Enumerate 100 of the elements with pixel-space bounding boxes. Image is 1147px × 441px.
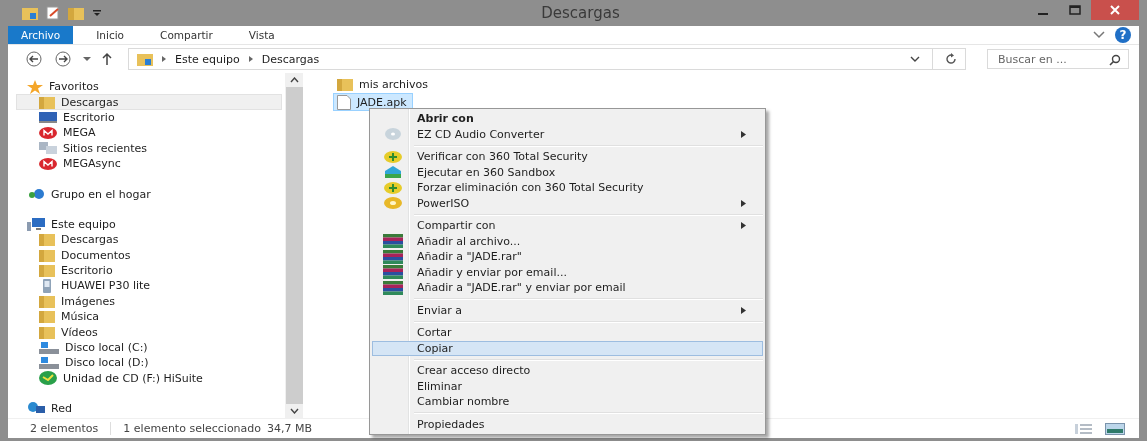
nav-item[interactable]: Escritorio — [16, 262, 282, 279]
disc-icon — [39, 371, 57, 386]
ribbon-tab[interactable]: Inicio — [83, 26, 138, 44]
nav-item[interactable]: Sitios recientes — [16, 140, 282, 156]
star-icon — [27, 79, 43, 94]
menu-item[interactable]: Añadir al archivo... — [372, 233, 763, 249]
nav-item[interactable]: MEGAsync — [16, 155, 282, 172]
help-button[interactable]: ? — [1115, 27, 1131, 43]
scroll-down-icon[interactable] — [289, 408, 299, 414]
nav-item[interactable]: Vídeos — [16, 324, 282, 340]
close-button[interactable] — [1091, 0, 1139, 20]
cd-icon — [384, 127, 402, 142]
window-title: Descargas — [541, 4, 620, 22]
folder-icon — [39, 294, 55, 308]
nav-item[interactable]: Disco local (C:) — [16, 339, 282, 356]
scroll-up-icon[interactable] — [289, 77, 299, 83]
properties-icon[interactable] — [46, 6, 60, 20]
nav-item[interactable]: HUAWEI P30 lite — [16, 278, 282, 294]
nav-label: Vídeos — [61, 325, 98, 339]
nav-item[interactable]: Este equipo — [16, 216, 282, 233]
nav-item[interactable]: Escritorio — [16, 109, 282, 126]
ribbon-tab[interactable]: Archivo — [8, 26, 74, 44]
submenu-arrow-icon — [741, 306, 746, 314]
nav-item[interactable]: MEGA — [16, 125, 282, 141]
chevron-icon[interactable] — [161, 55, 167, 63]
plus-badge-icon — [384, 150, 402, 163]
ribbon-tab[interactable]: Vista — [235, 26, 288, 44]
address-bar[interactable]: Este equipo Descargas — [128, 48, 966, 70]
file-item[interactable]: JADE.apk — [333, 93, 413, 111]
refresh-icon[interactable] — [945, 53, 957, 65]
submenu-arrow-icon — [741, 199, 746, 207]
nav-label: Documentos — [61, 248, 131, 262]
menu-item[interactable]: Ejecutar en 360 Sandbox — [372, 164, 763, 180]
nav-label: Disco local (C:) — [65, 341, 148, 355]
menu-item[interactable]: Crear acceso directo — [372, 363, 763, 379]
disc-icon — [384, 197, 402, 210]
books-icon — [383, 234, 403, 249]
selection-size: 34,7 MB — [267, 422, 313, 435]
nav-label: Descargas — [61, 233, 119, 247]
books-icon — [383, 280, 403, 295]
nav-item[interactable]: Descargas — [16, 232, 282, 248]
recent-dropdown-icon[interactable] — [82, 56, 92, 62]
books-icon — [383, 249, 403, 264]
minimize-icon — [1038, 12, 1048, 15]
nav-item[interactable]: Documentos — [16, 247, 282, 263]
menu-item[interactable]: Enviar a — [372, 302, 763, 318]
dropdown-icon[interactable] — [92, 8, 102, 18]
chevron-icon[interactable] — [247, 55, 254, 63]
menu-item[interactable]: Compartir con — [372, 218, 763, 234]
menu-item[interactable]: Forzar eliminación con 360 Total Security — [372, 180, 763, 196]
large-icons-view-icon[interactable] — [1105, 422, 1125, 435]
back-icon[interactable] — [24, 51, 44, 67]
menu-item[interactable]: Cambiar nombre — [372, 394, 763, 410]
search-icon — [1109, 54, 1121, 66]
menu-item[interactable]: Abrir con — [372, 111, 763, 127]
nav-item[interactable]: Favoritos — [16, 79, 282, 95]
nav-label: Escritorio — [61, 264, 113, 278]
mega-icon — [39, 126, 57, 139]
breadcrumb[interactable]: Descargas — [261, 52, 320, 66]
nav-item[interactable]: Música — [16, 309, 282, 325]
drive-icon — [39, 341, 59, 354]
item-count: 2 elementos — [30, 422, 99, 435]
menu-item[interactable]: Cortar — [372, 325, 763, 341]
nav-item[interactable]: Red — [16, 401, 282, 417]
nav-item[interactable]: Imágenes — [16, 293, 282, 310]
books-icon — [383, 265, 403, 280]
nav-label: Escritorio — [63, 110, 115, 124]
nav-label: Imágenes — [61, 294, 115, 308]
menu-item[interactable]: Añadir y enviar por email... — [372, 264, 763, 280]
menu-item[interactable]: Verificar con 360 Total Security — [372, 149, 763, 165]
nav-label: Disco local (D:) — [65, 356, 149, 370]
menu-item[interactable]: Propiedades — [372, 416, 763, 432]
homegroup-icon — [27, 188, 45, 201]
nav-item[interactable]: Disco local (D:) — [16, 355, 282, 371]
search-field[interactable]: Buscar en ... — [987, 49, 1129, 69]
nav-label: Red — [51, 402, 72, 416]
nav-label: MEGA — [63, 126, 96, 140]
nav-item[interactable]: Descargas — [16, 94, 282, 110]
menu-item[interactable]: Añadir a "JADE.rar" — [372, 249, 763, 265]
folder-icon — [39, 310, 55, 324]
nav-label: Grupo en el hogar — [51, 187, 151, 201]
file-name: JADE.apk — [357, 95, 407, 109]
recent-places-icon — [39, 142, 57, 155]
menu-item[interactable]: Eliminar — [372, 378, 763, 394]
ribbon-tab[interactable]: Compartir — [147, 26, 226, 44]
nav-item[interactable]: Unidad de CD (F:) HiSuite — [16, 370, 282, 387]
dropdown-icon[interactable] — [910, 56, 920, 62]
folder-icon — [337, 77, 353, 91]
forward-icon[interactable] — [53, 51, 73, 67]
nav-item[interactable]: Grupo en el hogar — [16, 186, 282, 202]
menu-item[interactable]: PowerISO — [372, 195, 763, 211]
nav-label: Descargas — [61, 95, 119, 109]
nav-label: Este equipo — [51, 217, 116, 231]
menu-item[interactable]: EZ CD Audio Converter — [372, 126, 763, 142]
menu-item[interactable]: Copiar — [372, 340, 763, 356]
breadcrumb[interactable]: Este equipo — [175, 52, 240, 66]
menu-item[interactable]: Añadir a "JADE.rar" y enviar por email — [372, 280, 763, 296]
expand-ribbon-icon[interactable] — [1093, 31, 1105, 39]
up-icon[interactable] — [101, 52, 113, 66]
file-item[interactable]: mis archivos — [333, 75, 435, 93]
